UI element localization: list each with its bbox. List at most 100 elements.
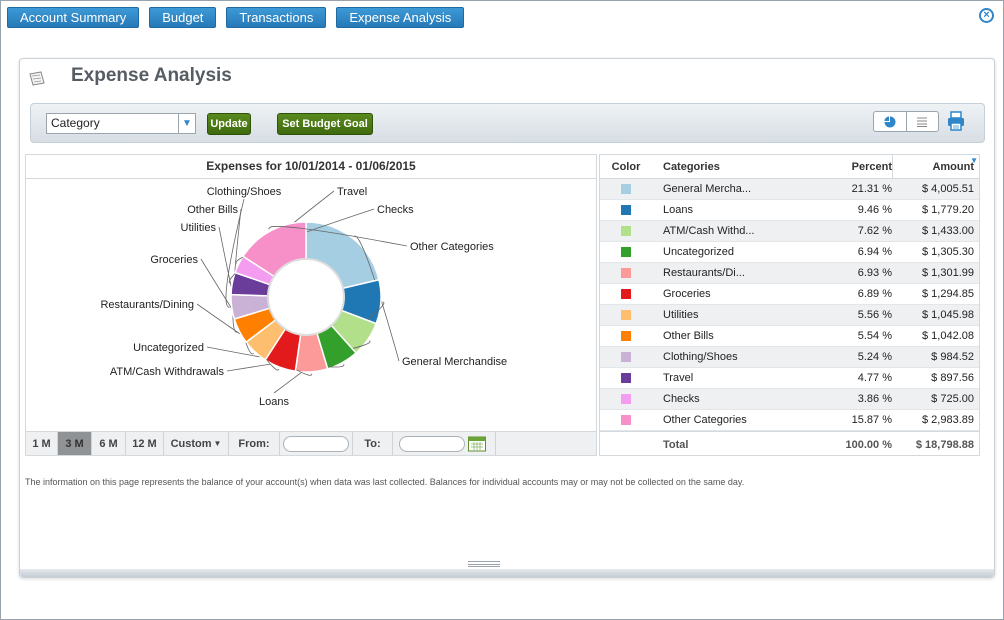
category-cell: Groceries: [663, 288, 711, 300]
color-swatch: [621, 394, 631, 404]
view-toggle: [873, 111, 939, 132]
table-row[interactable]: Loans 9.46 % $ 1,779.20: [600, 200, 979, 221]
amount-cell: $ 1,301.99: [922, 267, 974, 279]
range-custom-label: Custom: [170, 437, 212, 450]
table-row[interactable]: General Mercha... 21.31 % $ 4,005.51: [600, 179, 979, 200]
color-swatch: [621, 352, 631, 362]
color-cell: [600, 326, 652, 346]
table-row[interactable]: Clothing/Shoes 5.24 % $ 984.52: [600, 347, 979, 368]
chevron-down-icon[interactable]: ▼: [178, 114, 195, 133]
expense-chart: Expenses for 10/01/2014 - 01/06/2015 Gen…: [25, 154, 597, 456]
toolbar: Category ▼ Update Set Budget Goal: [30, 103, 985, 143]
total-label: Total: [663, 439, 689, 451]
color-cell: [600, 263, 652, 283]
percent-cell: 21.31 %: [851, 183, 892, 195]
category-cell: General Mercha...: [663, 183, 752, 195]
category-cell: Checks: [663, 393, 700, 405]
color-swatch: [621, 184, 631, 194]
tab-account-summary[interactable]: Account Summary: [7, 7, 140, 28]
header-categories[interactable]: Categories: [652, 155, 832, 178]
group-by-value: Category: [51, 116, 100, 130]
color-swatch: [621, 226, 631, 236]
resize-handle[interactable]: [468, 561, 500, 567]
header-amount[interactable]: Amount ▼: [892, 155, 979, 178]
range-1m-button[interactable]: 1 M: [26, 432, 58, 455]
table-footer: Total 100.00 % $ 18,798.88: [600, 431, 979, 458]
percent-cell: 6.93 %: [857, 267, 892, 279]
amount-cell: $ 1,433.00: [922, 225, 974, 237]
table-row[interactable]: Groceries 6.89 % $ 1,294.85: [600, 284, 979, 305]
color-cell: [600, 284, 652, 304]
pie-chart-view-button[interactable]: [874, 112, 907, 131]
range-6m-button[interactable]: 6 M: [92, 432, 126, 455]
color-swatch: [621, 373, 631, 383]
color-swatch: [621, 310, 631, 320]
header-percent[interactable]: Percent: [832, 155, 892, 178]
list-icon: [917, 117, 928, 127]
category-cell: Clothing/Shoes: [663, 351, 738, 363]
table-row[interactable]: ATM/Cash Withd... 7.62 % $ 1,433.00: [600, 221, 979, 242]
range-12m-button[interactable]: 12 M: [126, 432, 164, 455]
table-row[interactable]: Other Bills 5.54 % $ 1,042.08: [600, 326, 979, 347]
color-cell: [600, 221, 652, 241]
calendar-icon[interactable]: [468, 436, 486, 452]
amount-cell: $ 725.00: [931, 393, 974, 405]
total-amount: $ 18,798.88: [915, 439, 974, 451]
tab-budget[interactable]: Budget: [149, 7, 217, 28]
amount-cell: $ 1,305.30: [922, 246, 974, 258]
slice-label: Uncategorized: [133, 342, 204, 354]
caret-down-icon: ▼: [213, 439, 222, 448]
expense-table: Color Categories Percent Amount ▼ Genera…: [599, 154, 980, 456]
close-icon[interactable]: ×: [979, 8, 994, 23]
table-row[interactable]: Restaurants/Di... 6.93 % $ 1,301.99: [600, 263, 979, 284]
to-label: To:: [353, 432, 393, 455]
set-budget-goal-button[interactable]: Set Budget Goal: [277, 113, 373, 135]
to-date-input[interactable]: [399, 435, 465, 452]
pie-chart-icon: [884, 116, 896, 127]
category-cell: Travel: [663, 372, 694, 384]
percent-cell: 5.54 %: [857, 330, 892, 342]
page-title: Expense Analysis: [71, 65, 232, 86]
slice-label: Clothing/Shoes: [207, 186, 282, 198]
category-cell: ATM/Cash Withd...: [663, 225, 755, 237]
percent-cell: 5.24 %: [857, 351, 892, 363]
slice-label: Other Categories: [410, 241, 494, 253]
slice-label: Travel: [337, 186, 367, 198]
color-swatch: [621, 415, 631, 425]
color-swatch: [621, 268, 631, 278]
tab-transactions[interactable]: Transactions: [226, 7, 327, 28]
amount-cell: $ 897.56: [931, 372, 974, 384]
percent-cell: 15.87 %: [851, 414, 892, 426]
date-range-bar: 1 M 3 M 6 M 12 M Custom ▼ From: To:: [26, 431, 596, 455]
table-header: Color Categories Percent Amount ▼: [600, 155, 979, 179]
update-button[interactable]: Update: [207, 113, 251, 135]
header-color[interactable]: Color: [600, 155, 652, 178]
table-body: General Mercha... 21.31 % $ 4,005.51 Loans 9…: [600, 179, 979, 431]
group-by-select[interactable]: Category ▼: [46, 113, 196, 134]
amount-cell: $ 2,983.89: [922, 414, 974, 426]
table-row[interactable]: Other Categories 15.87 % $ 2,983.89: [600, 410, 979, 431]
table-row[interactable]: Utilities 5.56 % $ 1,045.98: [600, 305, 979, 326]
from-date-input[interactable]: [283, 435, 349, 452]
table-row[interactable]: Travel 4.77 % $ 897.56: [600, 368, 979, 389]
range-custom-dropdown[interactable]: Custom ▼: [164, 432, 229, 455]
from-date-cell: [280, 432, 353, 455]
percent-cell: 6.89 %: [857, 288, 892, 300]
color-cell: [600, 410, 652, 430]
document-icon: [29, 71, 45, 86]
table-row[interactable]: Checks 3.86 % $ 725.00: [600, 389, 979, 410]
printer-icon[interactable]: [947, 111, 965, 131]
color-cell: [600, 389, 652, 409]
expense-analysis-panel: Expense Analysis Category ▼ Update Set B…: [19, 58, 995, 578]
sort-desc-icon[interactable]: ▼: [970, 156, 978, 165]
list-view-button[interactable]: [907, 112, 939, 131]
amount-cell: $ 1,045.98: [922, 309, 974, 321]
from-label: From:: [229, 432, 280, 455]
table-row[interactable]: Uncategorized 6.94 % $ 1,305.30: [600, 242, 979, 263]
tab-expense-analysis[interactable]: Expense Analysis: [336, 7, 465, 28]
color-cell: [600, 305, 652, 325]
donut-hole: [267, 258, 345, 336]
range-3m-button[interactable]: 3 M: [58, 432, 92, 455]
percent-cell: 5.56 %: [857, 309, 892, 321]
top-navigation: Account Summary Budget Transactions Expe…: [7, 7, 465, 28]
